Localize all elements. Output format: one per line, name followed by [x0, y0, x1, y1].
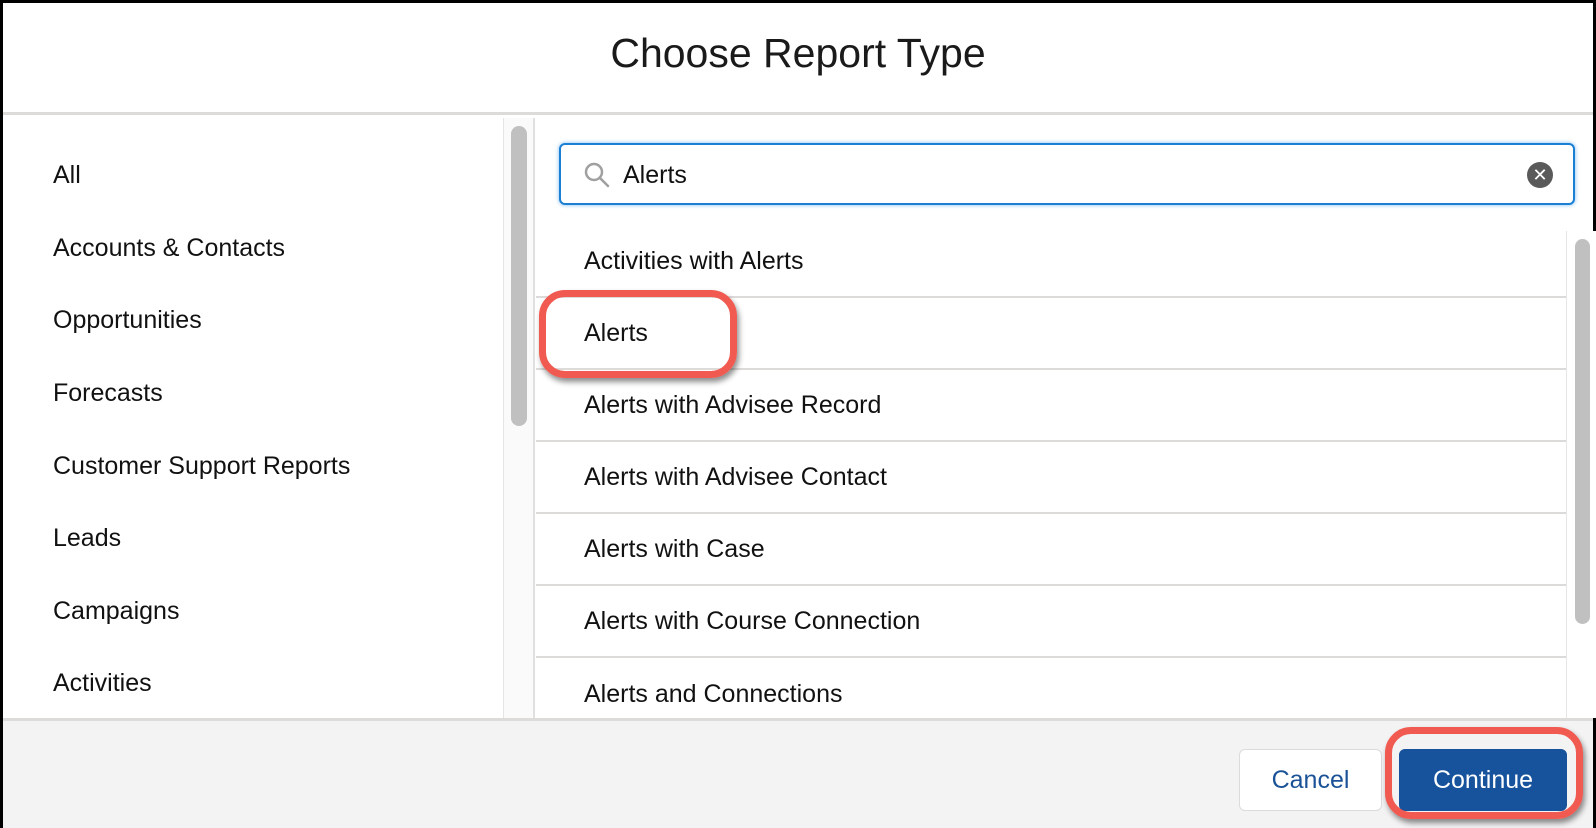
modal-title: Choose Report Type — [610, 30, 986, 76]
category-sidebar: All Accounts & Contacts Opportunities Fo… — [3, 118, 503, 718]
report-type-label: Alerts — [584, 318, 648, 347]
sidebar-item-accounts-contacts[interactable]: Accounts & Contacts — [53, 234, 285, 263]
sidebar-scrollbar[interactable] — [503, 118, 535, 718]
sidebar-item-leads[interactable]: Leads — [53, 524, 121, 553]
sidebar-item-campaigns[interactable]: Campaigns — [53, 597, 179, 626]
sidebar-scrollbar-thumb[interactable] — [511, 126, 527, 426]
report-type-item[interactable]: Alerts with Advisee Record — [536, 370, 1566, 442]
results-scrollbar-thumb[interactable] — [1575, 239, 1590, 624]
report-type-label: Alerts and Connections — [584, 679, 843, 708]
report-type-item[interactable]: Alerts with Case — [536, 514, 1566, 586]
cancel-button[interactable]: Cancel — [1239, 749, 1382, 811]
results-scrollbar[interactable] — [1566, 231, 1596, 718]
sidebar-item-all[interactable]: All — [53, 161, 81, 190]
sidebar-item-opportunities[interactable]: Opportunities — [53, 306, 202, 335]
report-type-label: Alerts with Case — [584, 534, 765, 563]
report-type-panel: ✕ Activities with Alerts Alerts Alerts w… — [536, 118, 1596, 718]
sidebar-item-activities[interactable]: Activities — [53, 669, 152, 698]
report-type-item-alerts[interactable]: Alerts — [536, 298, 1566, 370]
report-type-item[interactable]: Alerts with Course Connection — [536, 586, 1566, 658]
clear-search-icon[interactable]: ✕ — [1527, 162, 1553, 188]
continue-button[interactable]: Continue — [1399, 749, 1567, 811]
report-type-label: Alerts with Advisee Record — [584, 390, 882, 419]
report-type-list: Activities with Alerts Alerts Alerts wit… — [536, 226, 1566, 718]
search-input[interactable] — [623, 155, 1503, 195]
search-box: ✕ — [559, 143, 1575, 205]
sidebar-item-forecasts[interactable]: Forecasts — [53, 379, 163, 408]
modal-footer: Cancel Continue — [3, 718, 1593, 828]
search-icon — [584, 162, 610, 188]
report-type-label: Alerts with Course Connection — [584, 606, 921, 635]
report-type-label: Alerts with Advisee Contact — [584, 462, 887, 491]
report-type-item[interactable]: Activities with Alerts — [536, 226, 1566, 298]
sidebar-item-customer-support-reports[interactable]: Customer Support Reports — [53, 452, 350, 481]
report-type-item[interactable]: Alerts with Advisee Contact — [536, 442, 1566, 514]
modal-header: Choose Report Type — [3, 3, 1593, 115]
choose-report-type-modal: Choose Report Type All Accounts & Contac… — [0, 0, 1596, 828]
report-type-item[interactable]: Alerts and Connections — [536, 658, 1566, 718]
report-type-label: Activities with Alerts — [584, 246, 804, 275]
